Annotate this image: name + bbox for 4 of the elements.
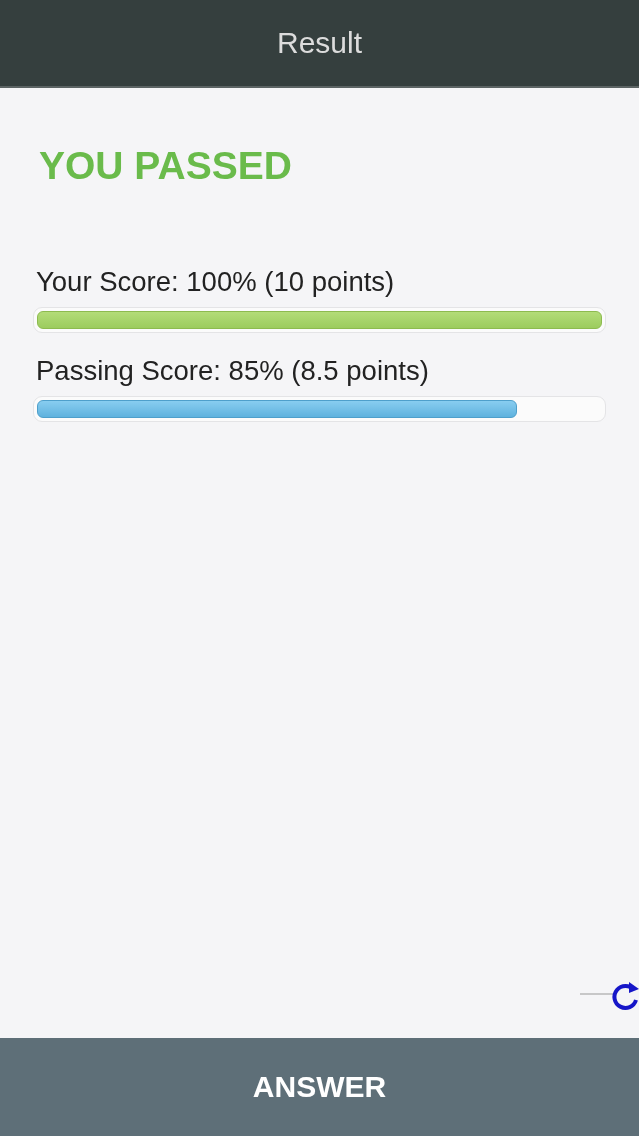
page-title: Result	[276, 25, 362, 61]
score-label: Passing Score: 85% (8.5 points)	[36, 353, 429, 387]
score-label: Your Score: 100% (10 points)	[36, 264, 395, 298]
result-heading: YOU PASSED	[39, 144, 292, 189]
